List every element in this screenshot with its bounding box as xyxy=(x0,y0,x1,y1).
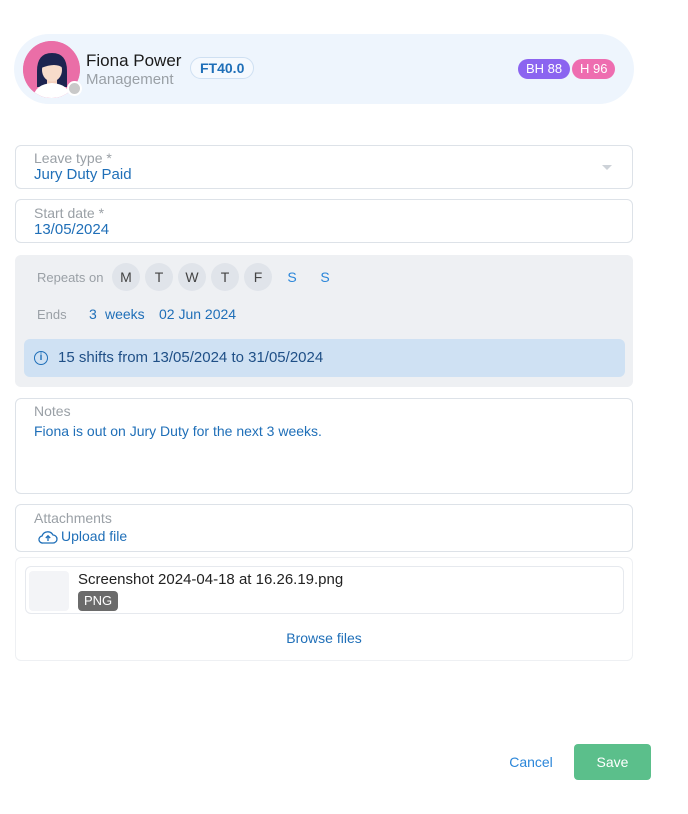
save-button[interactable]: Save xyxy=(574,744,651,780)
ends-unit-select[interactable]: weeks xyxy=(105,306,145,322)
contract-badge: FT40.0 xyxy=(190,57,255,79)
file-item[interactable]: Screenshot 2024-04-18 at 16.26.19.png PN… xyxy=(25,566,624,614)
employee-department: Management xyxy=(86,71,174,88)
leave-type-value: Jury Duty Paid xyxy=(34,166,132,183)
day-toggle-sunday[interactable]: S xyxy=(311,263,339,291)
repeat-settings: Repeats on M T W T F S S Ends 3 weeks 02… xyxy=(15,255,633,387)
browse-files-link[interactable]: Browse files xyxy=(16,630,632,646)
start-date-field[interactable]: Start date * 13/05/2024 xyxy=(15,199,633,243)
chevron-down-icon xyxy=(602,165,612,170)
notes-field[interactable]: Notes Fiona is out on Jury Duty for the … xyxy=(15,398,633,494)
notes-value: Fiona is out on Jury Duty for the next 3… xyxy=(34,423,322,439)
cancel-button[interactable]: Cancel xyxy=(497,744,565,780)
upload-file-button[interactable]: Upload file xyxy=(38,528,127,544)
attached-files: Screenshot 2024-04-18 at 16.26.19.png PN… xyxy=(15,557,633,661)
day-toggle-saturday[interactable]: S xyxy=(278,263,306,291)
attachments-label: Attachments xyxy=(34,510,112,526)
attachments-field: Attachments Upload file xyxy=(15,504,633,552)
repeats-on-label: Repeats on xyxy=(37,270,104,285)
cloud-upload-icon xyxy=(38,531,58,544)
file-name: Screenshot 2024-04-18 at 16.26.19.png xyxy=(78,571,344,588)
leave-type-label: Leave type * xyxy=(34,150,112,166)
day-toggle-friday[interactable]: F xyxy=(244,263,272,291)
day-toggle-monday[interactable]: M xyxy=(112,263,140,291)
employee-header: Fiona Power Management FT40.0 BH 88 H 96 xyxy=(14,34,634,104)
shift-summary-banner: i 15 shifts from 13/05/2024 to 31/05/202… xyxy=(24,339,625,377)
file-thumbnail xyxy=(29,571,69,611)
ends-date: 02 Jun 2024 xyxy=(159,306,237,322)
upload-file-label: Upload file xyxy=(61,528,128,544)
ends-label: Ends xyxy=(37,307,67,322)
leave-type-select[interactable]: Leave type * Jury Duty Paid xyxy=(15,145,633,189)
ends-count-input[interactable]: 3 xyxy=(89,306,97,322)
info-icon: i xyxy=(34,351,48,365)
day-toggle-thursday[interactable]: T xyxy=(211,263,239,291)
day-toggle-tuesday[interactable]: T xyxy=(145,263,173,291)
shift-summary-text: 15 shifts from 13/05/2024 to 31/05/2024 xyxy=(58,349,324,366)
day-toggle-wednesday[interactable]: W xyxy=(178,263,206,291)
file-type-badge: PNG xyxy=(78,591,119,611)
bank-holiday-balance-badge: BH 88 xyxy=(518,59,571,79)
presence-indicator xyxy=(67,81,82,96)
start-date-label: Start date * xyxy=(34,205,105,221)
notes-label: Notes xyxy=(34,403,71,419)
start-date-value: 13/05/2024 xyxy=(34,221,110,238)
employee-name: Fiona Power xyxy=(86,51,182,70)
holiday-balance-badge: H 96 xyxy=(572,59,616,79)
